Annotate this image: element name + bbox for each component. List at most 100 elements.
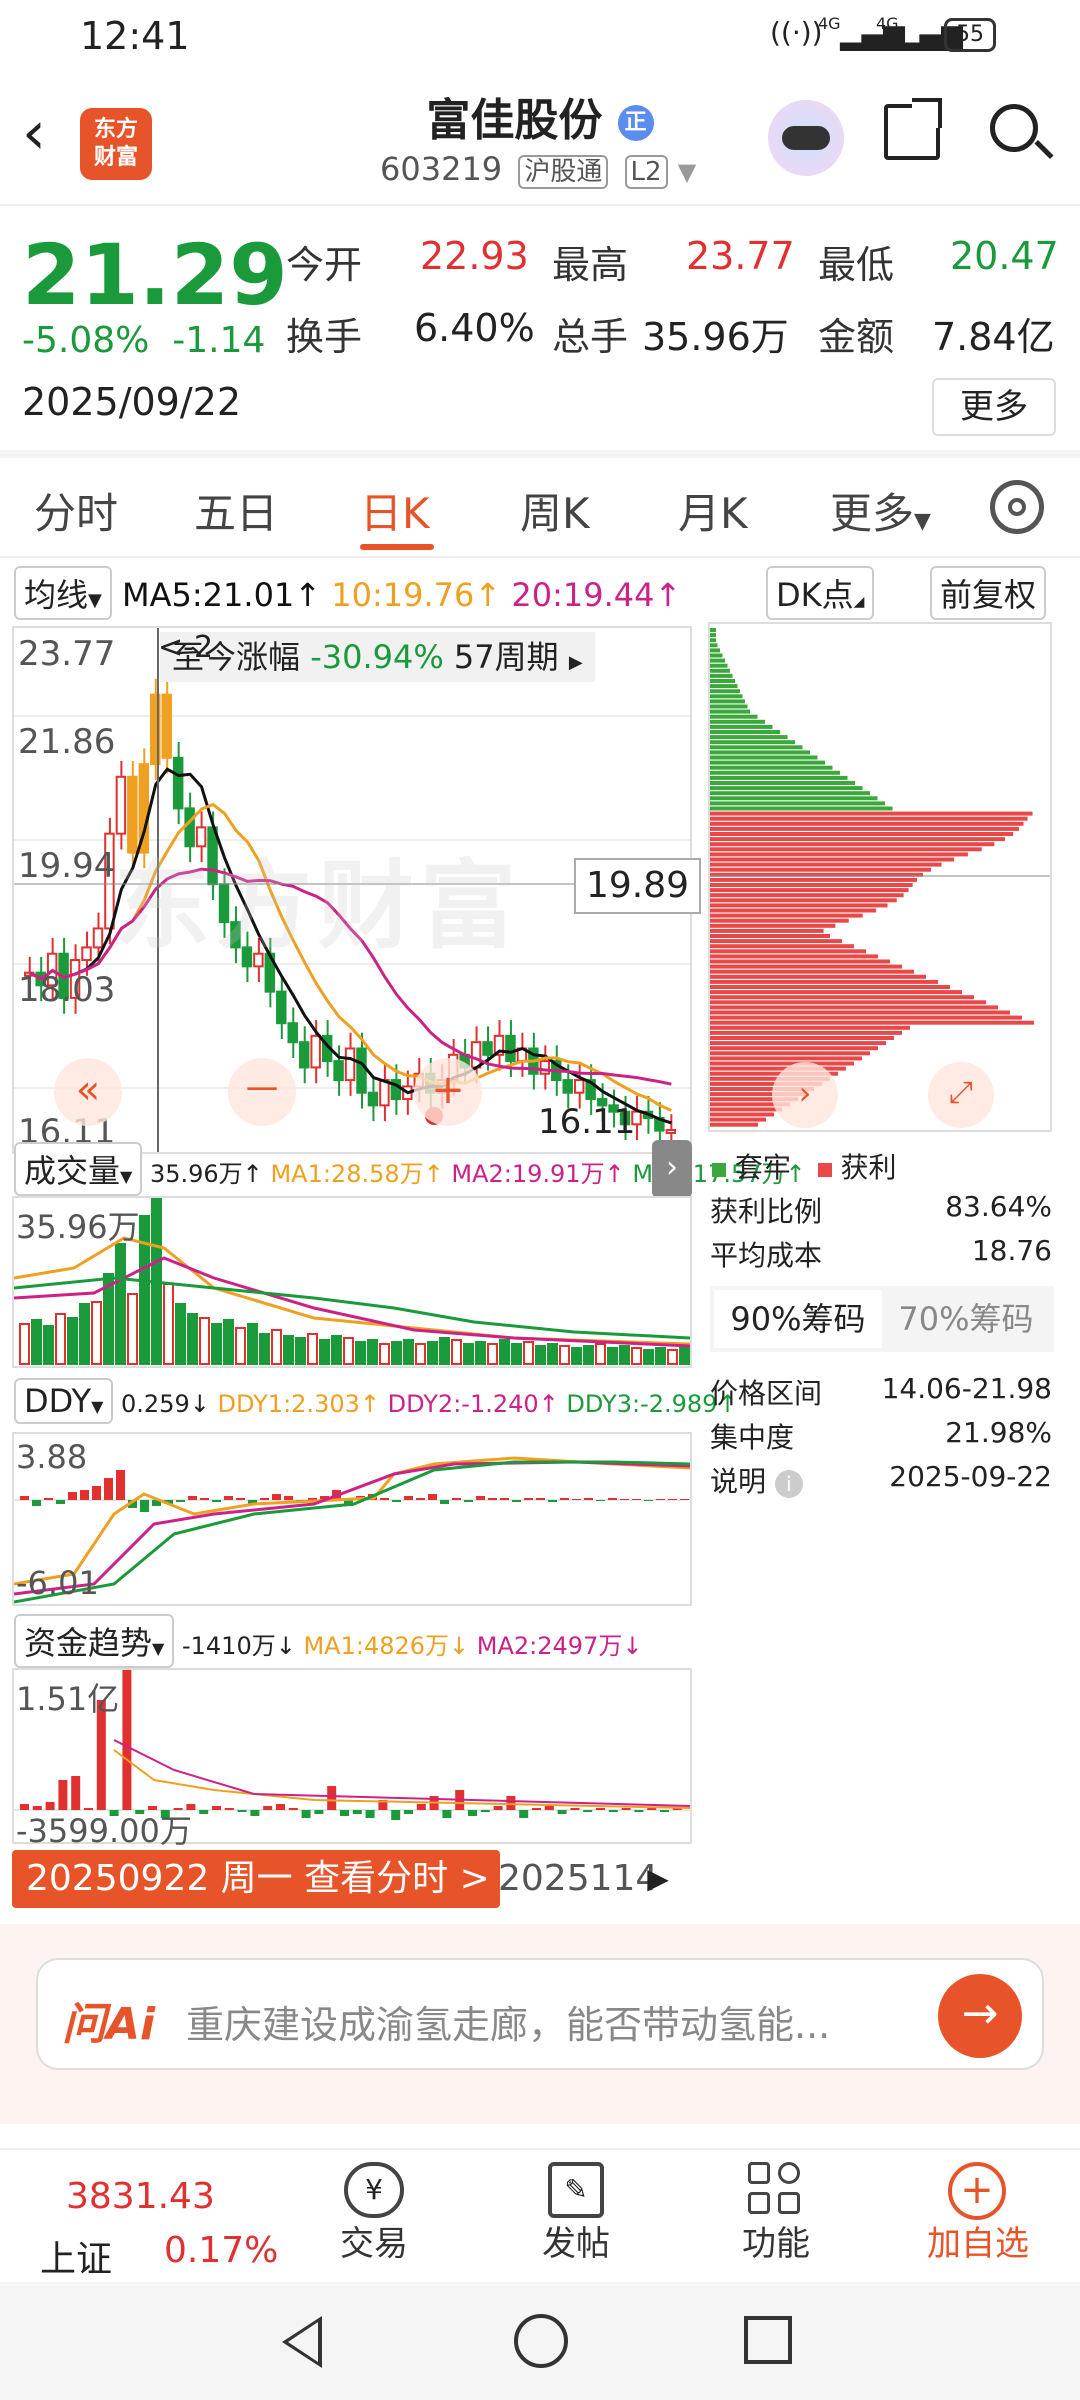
volume-bar (439, 1337, 450, 1365)
add-circle-icon[interactable]: + (948, 2162, 1006, 2220)
low-value: 20.47 (950, 234, 1059, 278)
share-icon[interactable] (884, 98, 942, 160)
volume-select[interactable]: 成交量▼ (14, 1142, 143, 1196)
chip-bar (710, 923, 836, 928)
volume-bar (391, 1341, 402, 1365)
arrow-right-icon[interactable]: → (938, 1974, 1022, 2058)
ddy-bar (572, 1499, 581, 1500)
fund-bar (480, 1810, 490, 1812)
chip-bar (710, 724, 773, 729)
nav-add-watchlist[interactable]: 加自选 (898, 2216, 1058, 2265)
stock-header: ‹ 东方 财富 富佳股份 正 603219 沪股通 L2 ▼ (0, 72, 1080, 206)
fund-select[interactable]: 资金趋势▼ (14, 1614, 175, 1668)
ask-ai-suggestion[interactable]: 重庆建设成渝氢走廊，能否带动氢能... (186, 1994, 926, 2049)
ask-ai-brand: 问Ai (62, 1999, 156, 2050)
volume-bar (343, 1337, 354, 1365)
zoom-out-button[interactable]: 一 (228, 1058, 296, 1126)
nav-post[interactable]: 发帖 (496, 2216, 656, 2265)
index-change[interactable]: 0.17% (164, 2230, 278, 2271)
volume-bar (19, 1323, 30, 1365)
chevron-right-icon[interactable]: › (772, 1062, 838, 1128)
chip-bar (710, 760, 825, 765)
ddy-bar (680, 1499, 689, 1500)
tab-five-day[interactable]: 五日 (194, 480, 278, 541)
chip-distribution-panel[interactable]: › ⤢ (708, 622, 1052, 1132)
chip-bar (710, 883, 913, 887)
nav-trade[interactable]: 交易 (294, 2216, 454, 2265)
home-icon[interactable] (514, 2314, 568, 2368)
info-icon[interactable]: i (774, 1470, 803, 1498)
ddy-bar (452, 1498, 461, 1500)
dk-point-button[interactable]: DK点◢ (766, 566, 875, 620)
stock-code-row[interactable]: 603219 沪股通 L2 ▼ (380, 150, 696, 189)
expand-icon[interactable]: ⤢ (928, 1062, 994, 1128)
index-value[interactable]: 3831.43 (66, 2176, 215, 2217)
kline-panel[interactable]: 东方财富 23.77 21.86 19.94 18.03 16.11 至今涨幅 … (12, 626, 702, 1154)
quote-date: 2025/09/22 (22, 380, 242, 424)
ma-indicator-row: 均线▼ MA5:21.01↑ 10:19.76↑ 20:19.44↑ (14, 566, 681, 620)
tab-weekly-k[interactable]: 周K (520, 480, 590, 541)
recents-icon[interactable] (744, 2316, 792, 2364)
chip-bar (710, 1051, 870, 1056)
chip-bar (710, 775, 848, 780)
ask-ai-bar[interactable]: 问Ai 重庆建设成渝氢走廊，能否带动氢能... → (36, 1958, 1044, 2070)
chip-bar (710, 949, 866, 954)
fund-bar (212, 1806, 221, 1810)
volume-value: 35.96万 (642, 315, 789, 359)
chip-bar (710, 995, 974, 1000)
tab-daily-k[interactable]: 日K (360, 480, 430, 541)
zoom-in-button[interactable]: + (414, 1058, 482, 1126)
gear-icon[interactable] (990, 480, 1044, 534)
ddy-bar (236, 1498, 245, 1500)
adjust-button[interactable]: 前复权 (930, 566, 1047, 620)
volume-bar (211, 1323, 222, 1365)
trade-icon[interactable]: ¥ (344, 2162, 404, 2218)
grid-icon[interactable] (748, 2162, 804, 2218)
candle (172, 756, 184, 810)
stock-code: 603219 (380, 150, 503, 188)
more-quote-button[interactable]: 更多 (932, 378, 1056, 436)
chip-bar (710, 898, 897, 903)
candle (344, 1047, 356, 1082)
note-row: 说明 i 2025-09-22 (710, 1460, 1052, 1498)
index-name[interactable]: 上证 (40, 2230, 112, 2282)
fund-bar (634, 1810, 644, 1812)
ai-assistant-avatar[interactable] (768, 100, 844, 176)
ddy-bar (68, 1492, 77, 1500)
expand-right-icon[interactable]: › (652, 1140, 692, 1198)
volume-bar (331, 1335, 342, 1365)
ddy-select[interactable]: DDY▼ (14, 1378, 114, 1424)
candle (573, 1079, 585, 1094)
chip-bar (710, 1010, 1010, 1015)
chart-area: 均线▼ MA5:21.01↑ 10:19.76↑ 20:19.44↑ DK点◢ … (0, 560, 1080, 1920)
ddy-y-bottom: -6.01 (16, 1564, 99, 1602)
fund-bar (340, 1810, 349, 1816)
volume-bar (643, 1349, 654, 1365)
fund-bar (122, 1670, 132, 1810)
tab-more[interactable]: 更多▼ (830, 480, 931, 541)
chip-bar (710, 1030, 902, 1035)
edit-icon[interactable]: ✎ (548, 2162, 604, 2218)
scroll-left-button[interactable]: « (54, 1058, 122, 1126)
chip-bar (710, 1005, 998, 1010)
chip-bar (710, 1061, 854, 1066)
volume-panel[interactable]: 35.96万 (12, 1196, 692, 1368)
range-change-box[interactable]: 至今涨幅 -30.94% 57周期 ▶ (160, 632, 595, 682)
tab-intraday[interactable]: 分时 (34, 480, 118, 541)
tab-chip-70[interactable]: 70%筹码 (882, 1290, 1050, 1348)
nav-function[interactable]: 功能 (696, 2216, 856, 2265)
tab-monthly-k[interactable]: 月K (678, 480, 748, 541)
tab-chip-90[interactable]: 90%筹码 (714, 1290, 882, 1348)
chip-bar (710, 908, 876, 913)
play-icon[interactable]: ▶ (628, 1850, 688, 1908)
volume-bar (235, 1327, 246, 1365)
ddy-bar (32, 1500, 41, 1506)
search-icon[interactable] (990, 104, 1054, 160)
view-intraday-button[interactable]: 20250922 周一 查看分时 > (12, 1850, 500, 1908)
chip-bar (710, 979, 938, 984)
fund-panel[interactable]: 1.51亿 -3599.00万 (12, 1668, 692, 1850)
ddy-panel[interactable]: 3.88 -6.01 (12, 1432, 692, 1606)
ddy-bar (488, 1498, 497, 1500)
ma-select[interactable]: 均线▼ (14, 566, 112, 620)
volume-bar (163, 1283, 174, 1365)
